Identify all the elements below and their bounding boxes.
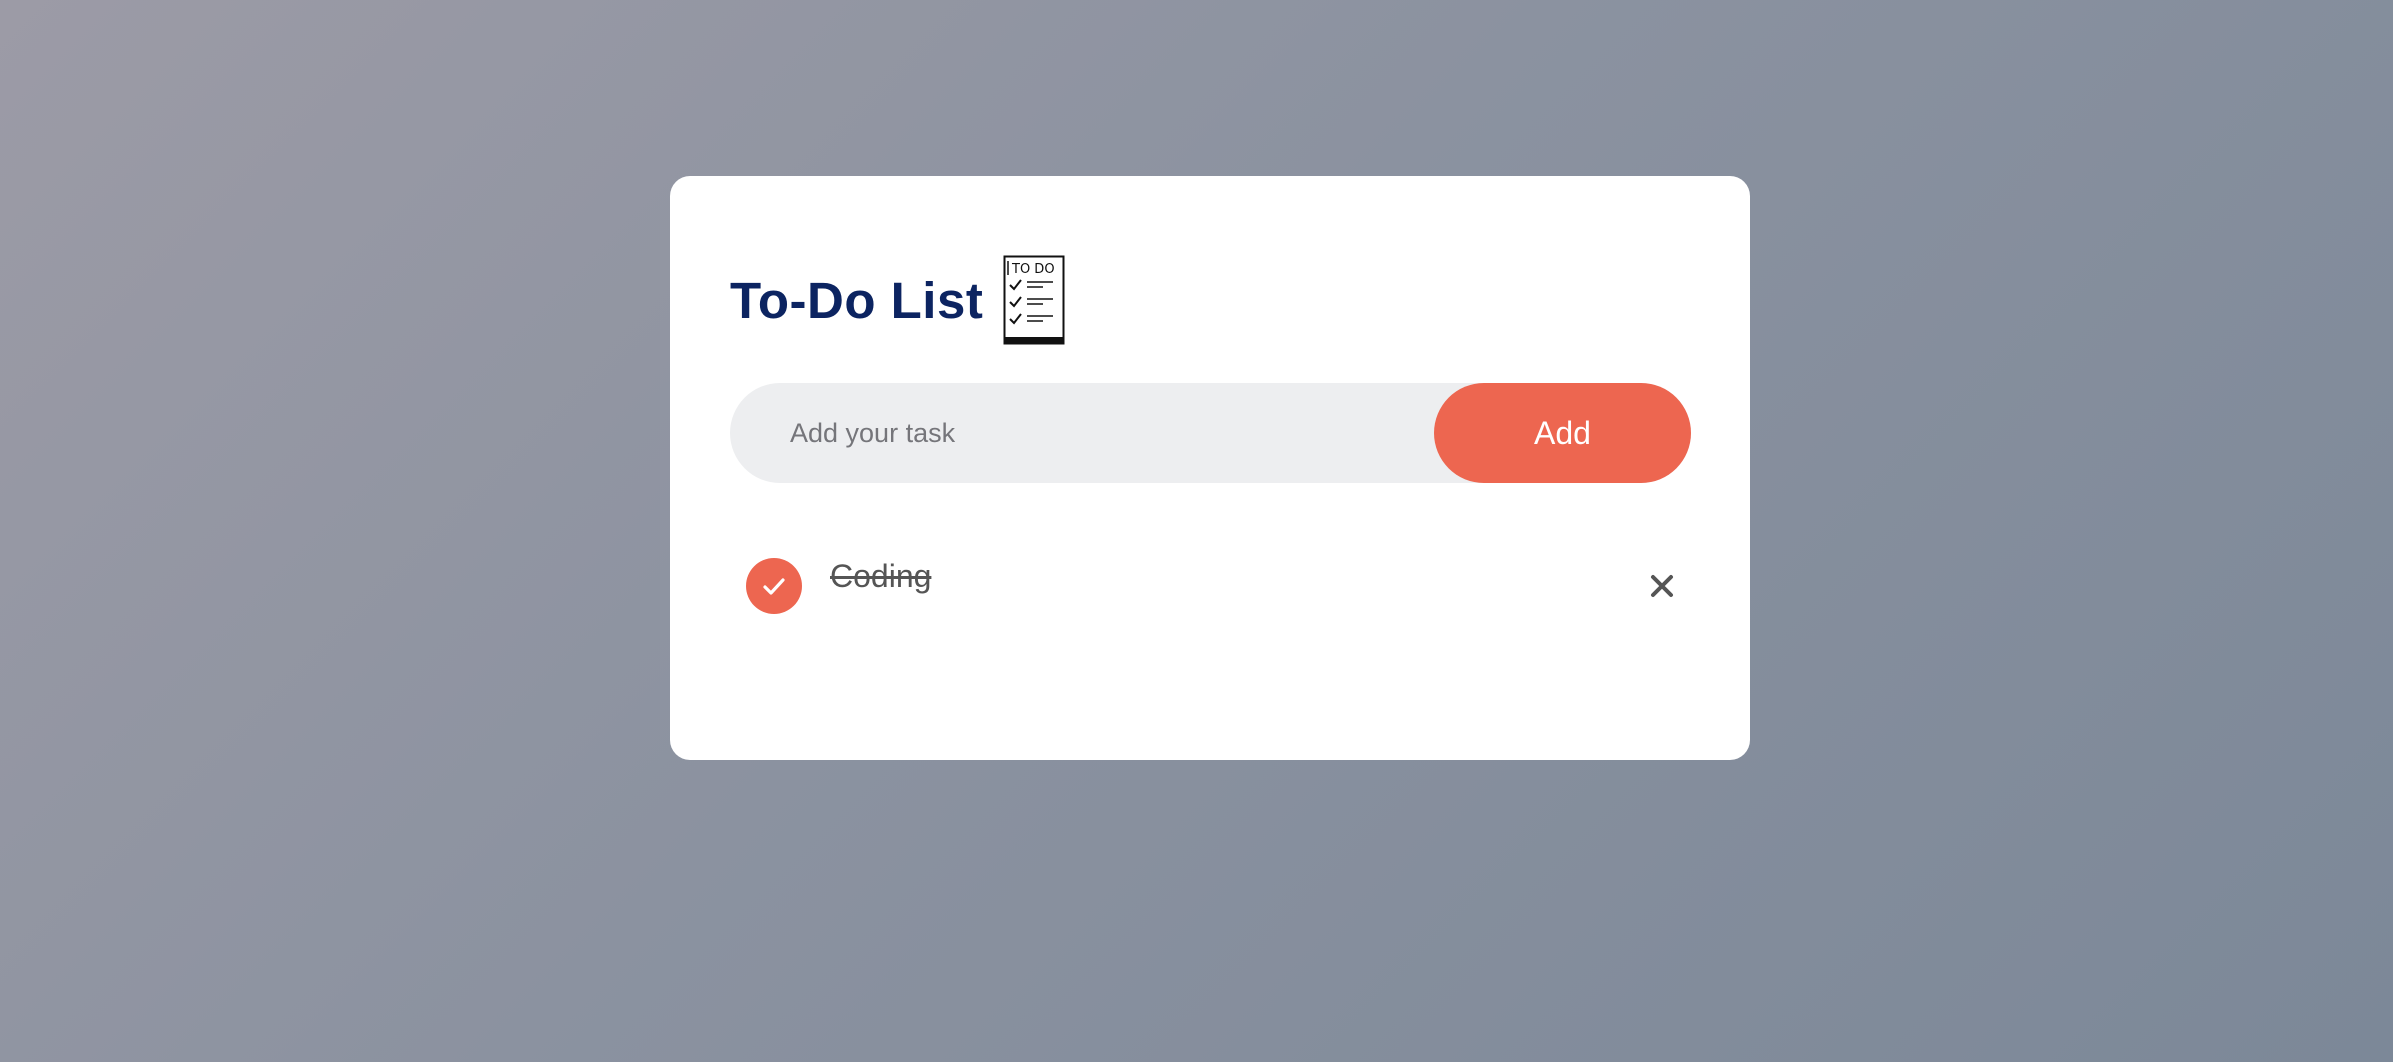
delete-task-button[interactable] <box>1638 562 1686 610</box>
todo-checklist-icon: TO DO <box>1003 255 1065 345</box>
task-input[interactable] <box>730 383 1430 483</box>
task-list: Coding <box>746 556 1686 616</box>
close-icon <box>1651 575 1673 597</box>
task-item[interactable]: Coding <box>746 556 1686 616</box>
task-text: Coding <box>830 558 932 594</box>
svg-text:TO DO: TO DO <box>1011 262 1055 277</box>
task-checkbox[interactable] <box>746 558 802 614</box>
header: To-Do List TO DO <box>730 254 1065 346</box>
task-input-row: Add <box>730 383 1691 483</box>
add-button[interactable]: Add <box>1434 383 1691 483</box>
todo-card: To-Do List TO DO Add Co <box>670 176 1750 760</box>
page-title: To-Do List <box>730 271 984 329</box>
checkmark-icon <box>763 578 785 595</box>
